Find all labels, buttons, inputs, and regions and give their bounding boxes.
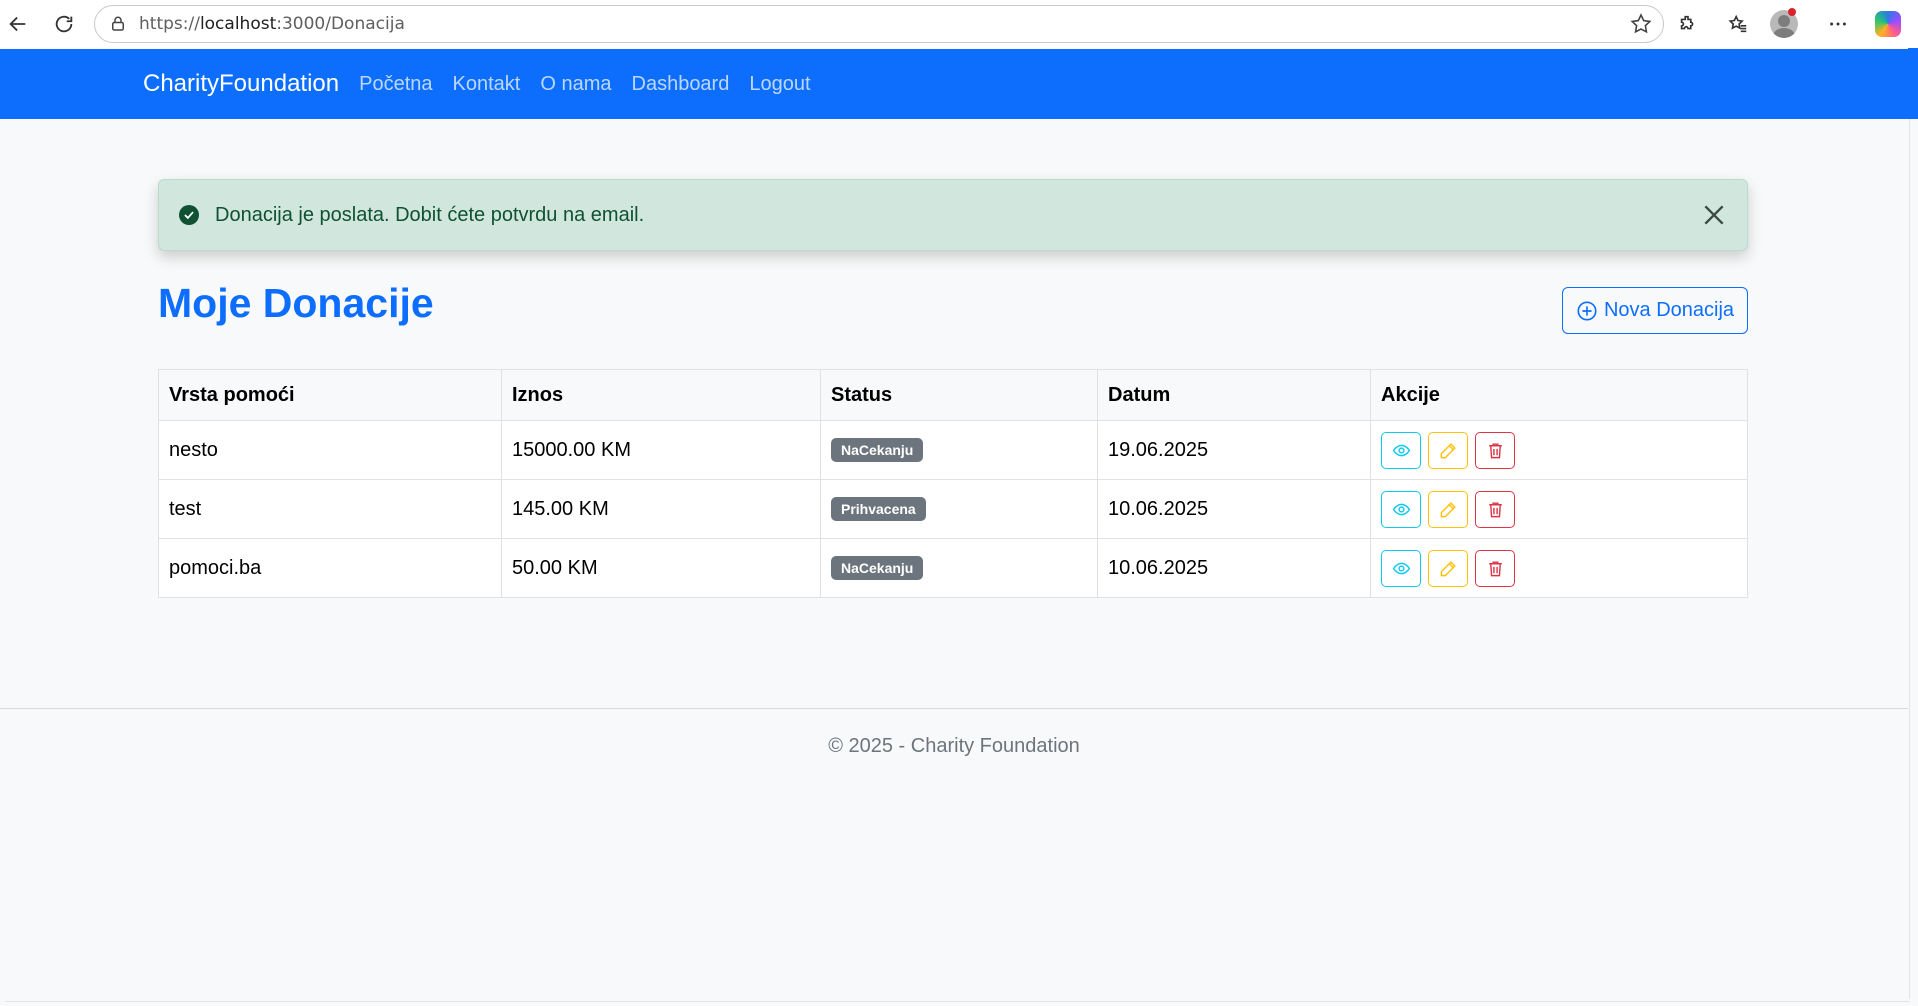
footer-divider: [0, 708, 1908, 709]
cell-type: nesto: [158, 420, 502, 480]
new-donation-label: Nova Donacija: [1603, 299, 1735, 321]
window-edge: [1909, 119, 1910, 999]
scrollbar-edge: [1908, 48, 1918, 119]
eye-icon: [1392, 444, 1410, 456]
footer-copyright: © 2025 - Charity Foundation: [828, 735, 1080, 757]
delete-button[interactable]: [1475, 490, 1515, 528]
header-akcije: Akcije: [1370, 369, 1748, 421]
header-vrsta-pomoci: Vrsta pomoći: [158, 369, 502, 421]
cell-type: test: [158, 479, 502, 539]
nav-link-logout[interactable]: Logout: [749, 73, 810, 96]
browser-toolbar: https://localhost:3000/Donacija: [0, 0, 1918, 48]
cell-actions: [1370, 479, 1748, 539]
profile-avatar[interactable]: [1770, 6, 1806, 42]
trash-icon: [1488, 560, 1502, 576]
close-icon[interactable]: [1701, 202, 1727, 228]
cell-type: pomoci.ba: [158, 538, 502, 598]
cell-amount: 15000.00 KM: [501, 420, 821, 480]
url-text: https://localhost:3000/Donacija: [139, 14, 405, 34]
back-arrow-icon[interactable]: [0, 6, 36, 42]
status-badge: NaCekanju: [831, 556, 924, 580]
cell-actions: [1370, 538, 1748, 598]
more-icon[interactable]: [1820, 6, 1856, 42]
reload-icon[interactable]: [46, 6, 82, 42]
plus-circle-icon: [1577, 300, 1597, 321]
cell-status: NaCekanju: [820, 420, 1098, 480]
nav-link-o-nama[interactable]: O nama: [540, 73, 611, 96]
view-button[interactable]: [1381, 431, 1421, 469]
delete-button[interactable]: [1475, 549, 1515, 587]
trash-icon: [1488, 501, 1502, 517]
window-edge-bottom: [5, 1001, 1910, 1002]
cell-amount: 50.00 KM: [501, 538, 821, 598]
extensions-icon[interactable]: [1670, 6, 1706, 42]
navbar-brand[interactable]: CharityFoundation: [143, 70, 339, 98]
edit-button[interactable]: [1428, 431, 1468, 469]
page-title: Moje Donacije: [158, 280, 434, 326]
table-header-row: Vrsta pomoći Iznos Status Datum Akcije: [158, 369, 1748, 421]
view-button[interactable]: [1381, 490, 1421, 528]
success-alert: Donacija je poslata. Dobit ćete potvrdu …: [158, 179, 1748, 251]
trash-icon: [1488, 442, 1502, 458]
edit-button[interactable]: [1428, 490, 1468, 528]
status-badge: NaCekanju: [831, 438, 924, 462]
header-datum: Datum: [1097, 369, 1371, 421]
new-donation-button[interactable]: Nova Donacija: [1562, 287, 1748, 334]
eye-icon: [1392, 562, 1410, 574]
cell-date: 10.06.2025: [1097, 538, 1371, 598]
edit-button[interactable]: [1428, 549, 1468, 587]
browser-actions: [1663, 0, 1918, 48]
favorites-icon[interactable]: [1720, 6, 1756, 42]
header-iznos: Iznos: [501, 369, 821, 421]
star-icon[interactable]: [1629, 12, 1653, 41]
copilot-icon[interactable]: [1870, 6, 1906, 42]
table-row: pomoci.ba 50.00 KM NaCekanju 10.06.2025: [158, 538, 1748, 598]
status-badge: Prihvacena: [831, 497, 926, 521]
cell-status: NaCekanju: [820, 538, 1098, 598]
pencil-icon: [1440, 442, 1456, 458]
app-navbar: CharityFoundation Početna Kontakt O nama…: [0, 49, 1908, 119]
nav-link-pocetna[interactable]: Početna: [359, 73, 432, 96]
check-circle-icon: [179, 205, 199, 225]
table-row: test 145.00 KM Prihvacena 10.06.2025: [158, 479, 1748, 539]
cell-date: 10.06.2025: [1097, 479, 1371, 539]
donations-table: Vrsta pomoći Iznos Status Datum Akcije n…: [158, 369, 1748, 598]
alert-message: Donacija je poslata. Dobit ćete potvrdu …: [215, 203, 645, 226]
pencil-icon: [1440, 501, 1456, 517]
table-row: nesto 15000.00 KM NaCekanju 19.06.2025: [158, 420, 1748, 480]
address-bar[interactable]: https://localhost:3000/Donacija: [94, 5, 1664, 43]
cell-date: 19.06.2025: [1097, 420, 1371, 480]
nav-link-kontakt[interactable]: Kontakt: [453, 73, 521, 96]
lock-icon[interactable]: [105, 15, 131, 33]
header-status: Status: [820, 369, 1098, 421]
cell-amount: 145.00 KM: [501, 479, 821, 539]
delete-button[interactable]: [1475, 431, 1515, 469]
view-button[interactable]: [1381, 549, 1421, 587]
pencil-icon: [1440, 560, 1456, 576]
cell-actions: [1370, 420, 1748, 480]
cell-status: Prihvacena: [820, 479, 1098, 539]
nav-link-dashboard[interactable]: Dashboard: [632, 73, 730, 96]
eye-icon: [1392, 503, 1410, 515]
